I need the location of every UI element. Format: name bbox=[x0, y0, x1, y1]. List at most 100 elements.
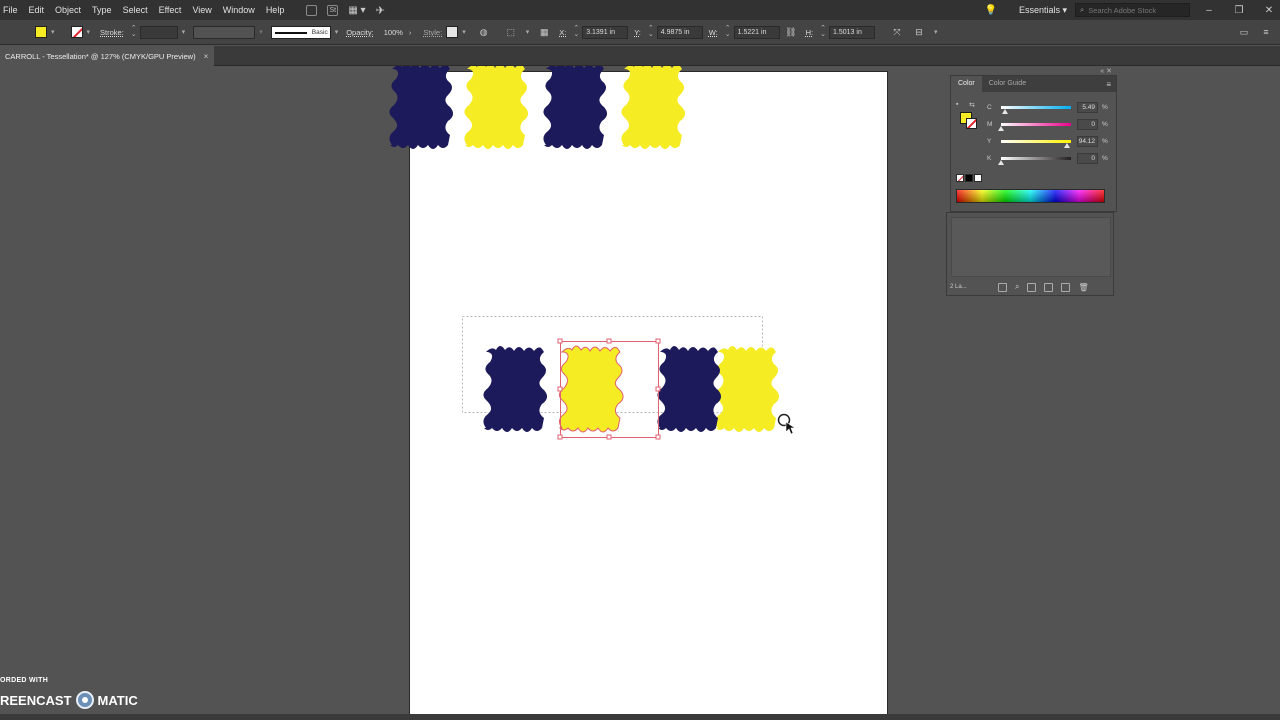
align-dropdown-icon[interactable]: ▾ bbox=[526, 28, 530, 36]
graphic-style-swatch[interactable] bbox=[446, 26, 459, 38]
none-swatch[interactable] bbox=[956, 174, 964, 182]
stroke-color-swatch[interactable] bbox=[966, 118, 977, 129]
profile-dropdown-icon[interactable]: ▾ bbox=[259, 28, 263, 36]
export-icon[interactable] bbox=[998, 282, 1007, 292]
fill-swatch[interactable] bbox=[35, 26, 47, 38]
recolor-artwork-icon[interactable]: ◍ bbox=[478, 26, 490, 38]
menu-edit[interactable]: Edit bbox=[26, 5, 53, 15]
tile-yellow-1[interactable] bbox=[464, 66, 529, 149]
slider-y-track[interactable] bbox=[1001, 139, 1071, 148]
x-field[interactable]: 3.1391 in bbox=[582, 25, 629, 39]
bridge-icon[interactable] bbox=[306, 4, 318, 16]
style-dropdown-icon[interactable]: ▾ bbox=[462, 28, 466, 36]
stroke-weight-dropdown-icon[interactable]: ▾ bbox=[182, 28, 186, 36]
w-stepper-icon[interactable]: ⌃ ⌄ bbox=[725, 25, 731, 38]
menu-help[interactable]: Help bbox=[263, 5, 293, 15]
slider-m-value[interactable]: 0 bbox=[1077, 118, 1098, 130]
layers-list[interactable] bbox=[951, 217, 1111, 277]
menu-file[interactable]: File bbox=[0, 5, 26, 15]
workspace-switcher[interactable]: Essentials ▾ bbox=[1019, 5, 1067, 16]
slider-c-value[interactable]: 5.49 bbox=[1077, 101, 1098, 113]
clipping-mask-icon[interactable] bbox=[1027, 282, 1037, 292]
opacity-arrow-icon[interactable]: › bbox=[409, 28, 412, 37]
tile-navy-4[interactable] bbox=[657, 346, 722, 432]
panel-toggle-icon[interactable]: ▭ bbox=[1238, 26, 1250, 38]
slider-k-value[interactable]: 0 bbox=[1077, 152, 1098, 164]
h-field[interactable]: 1.5013 in bbox=[829, 25, 876, 39]
opacity-value[interactable]: 100% bbox=[384, 28, 403, 37]
handle-middle-right[interactable] bbox=[655, 386, 661, 392]
slider-m-thumb[interactable] bbox=[998, 125, 1004, 131]
stroke-weight-field[interactable] bbox=[139, 25, 178, 39]
align-to-icon[interactable]: ⬚ bbox=[505, 26, 517, 38]
x-stepper-icon[interactable]: ⌃ ⌄ bbox=[573, 25, 579, 38]
stroke-dropdown-icon[interactable]: ▾ bbox=[87, 28, 91, 36]
y-stepper-icon[interactable]: ⌃ ⌄ bbox=[648, 25, 654, 38]
fill-dropdown-icon[interactable]: ▾ bbox=[51, 28, 55, 36]
close-icon[interactable]: ✕ bbox=[1258, 5, 1280, 16]
menu-select[interactable]: Select bbox=[120, 5, 156, 15]
slider-y-thumb[interactable] bbox=[1063, 142, 1070, 148]
new-sublayer-icon[interactable] bbox=[1044, 282, 1054, 292]
menu-view[interactable]: View bbox=[189, 5, 219, 15]
slider-y-value[interactable]: 94.12 bbox=[1077, 135, 1098, 147]
menu-type[interactable]: Type bbox=[89, 5, 120, 15]
handle-top-left[interactable] bbox=[557, 338, 563, 344]
panel-collapse-close[interactable]: « ✕ bbox=[1100, 67, 1112, 75]
panel-menu-icon[interactable]: ≡ bbox=[1106, 80, 1111, 89]
tile-navy-1[interactable] bbox=[389, 66, 454, 149]
stock-search-input[interactable]: ⌕ Search Adobe Stock bbox=[1075, 3, 1190, 17]
stroke-weight-stepper-icon[interactable]: ⌃ ⌄ bbox=[131, 25, 137, 38]
menu-object[interactable]: Object bbox=[52, 5, 89, 15]
menu-window[interactable]: Window bbox=[220, 5, 263, 15]
h-stepper-icon[interactable]: ⌃ ⌄ bbox=[820, 25, 826, 38]
slider-c-track[interactable] bbox=[1001, 105, 1071, 114]
color-spectrum[interactable] bbox=[956, 189, 1105, 203]
tile-navy-3[interactable] bbox=[483, 346, 548, 432]
w-field[interactable]: 1.5221 in bbox=[733, 25, 780, 39]
gpu-performance-icon[interactable]: ✈ bbox=[376, 4, 385, 17]
variable-width-profile[interactable] bbox=[193, 25, 256, 39]
minimize-icon[interactable]: – bbox=[1198, 5, 1220, 16]
isolate-dropdown-icon[interactable]: ▾ bbox=[934, 28, 938, 36]
black-swatch[interactable] bbox=[965, 174, 973, 182]
style-label[interactable]: Style: bbox=[423, 28, 442, 37]
tile-yellow-2[interactable] bbox=[621, 66, 686, 149]
trash-icon[interactable]: 🗑 bbox=[1078, 283, 1088, 292]
lightbulb-icon[interactable]: 💡 bbox=[984, 5, 996, 16]
white-swatch[interactable] bbox=[974, 174, 982, 182]
handle-bottom-middle[interactable] bbox=[606, 434, 612, 440]
stroke-label[interactable]: Stroke: bbox=[100, 28, 124, 37]
brush-dropdown-icon[interactable]: ▾ bbox=[335, 28, 339, 36]
handle-top-middle[interactable] bbox=[606, 338, 612, 344]
document-tab[interactable]: CARROLL - Tessellation* @ 127% (CMYK/GPU… bbox=[0, 46, 215, 66]
slider-k-thumb[interactable] bbox=[998, 159, 1004, 165]
tile-yellow-3-selected[interactable] bbox=[558, 345, 624, 433]
tab-color-guide[interactable]: Color Guide bbox=[982, 76, 1033, 92]
slider-k-track[interactable] bbox=[998, 156, 1071, 165]
handle-bottom-right[interactable] bbox=[655, 434, 661, 440]
tile-yellow-4[interactable] bbox=[715, 346, 780, 432]
control-menu-icon[interactable]: ≡ bbox=[1260, 26, 1272, 38]
transform-icon[interactable]: ⤧ bbox=[891, 26, 903, 38]
reference-point-icon[interactable]: ▦ bbox=[538, 26, 550, 38]
close-tab-icon[interactable]: × bbox=[204, 52, 209, 61]
arrange-documents-icon[interactable]: ▦ ▾ bbox=[348, 5, 365, 16]
stock-icon[interactable]: St bbox=[327, 4, 339, 16]
tile-navy-2[interactable] bbox=[543, 66, 608, 149]
restore-icon[interactable]: ❐ bbox=[1228, 5, 1250, 16]
stroke-swatch[interactable] bbox=[70, 26, 83, 38]
isolate-icon[interactable]: ⊟ bbox=[913, 26, 925, 38]
menu-effect[interactable]: Effect bbox=[156, 5, 190, 15]
tab-color[interactable]: Color bbox=[951, 76, 982, 92]
handle-middle-left[interactable] bbox=[557, 386, 563, 392]
y-field[interactable]: 4.9875 in bbox=[656, 25, 703, 39]
new-layer-icon[interactable] bbox=[1061, 282, 1071, 292]
handle-bottom-left[interactable] bbox=[557, 434, 563, 440]
handle-top-right[interactable] bbox=[655, 338, 661, 344]
default-colors-icon[interactable]: ▪ bbox=[956, 101, 958, 108]
slider-c-thumb[interactable] bbox=[1001, 108, 1008, 114]
constrain-proportions-icon[interactable]: ⛓ bbox=[785, 26, 797, 38]
slider-m-track[interactable] bbox=[998, 122, 1071, 131]
brush-definition[interactable]: Basic bbox=[270, 25, 331, 39]
